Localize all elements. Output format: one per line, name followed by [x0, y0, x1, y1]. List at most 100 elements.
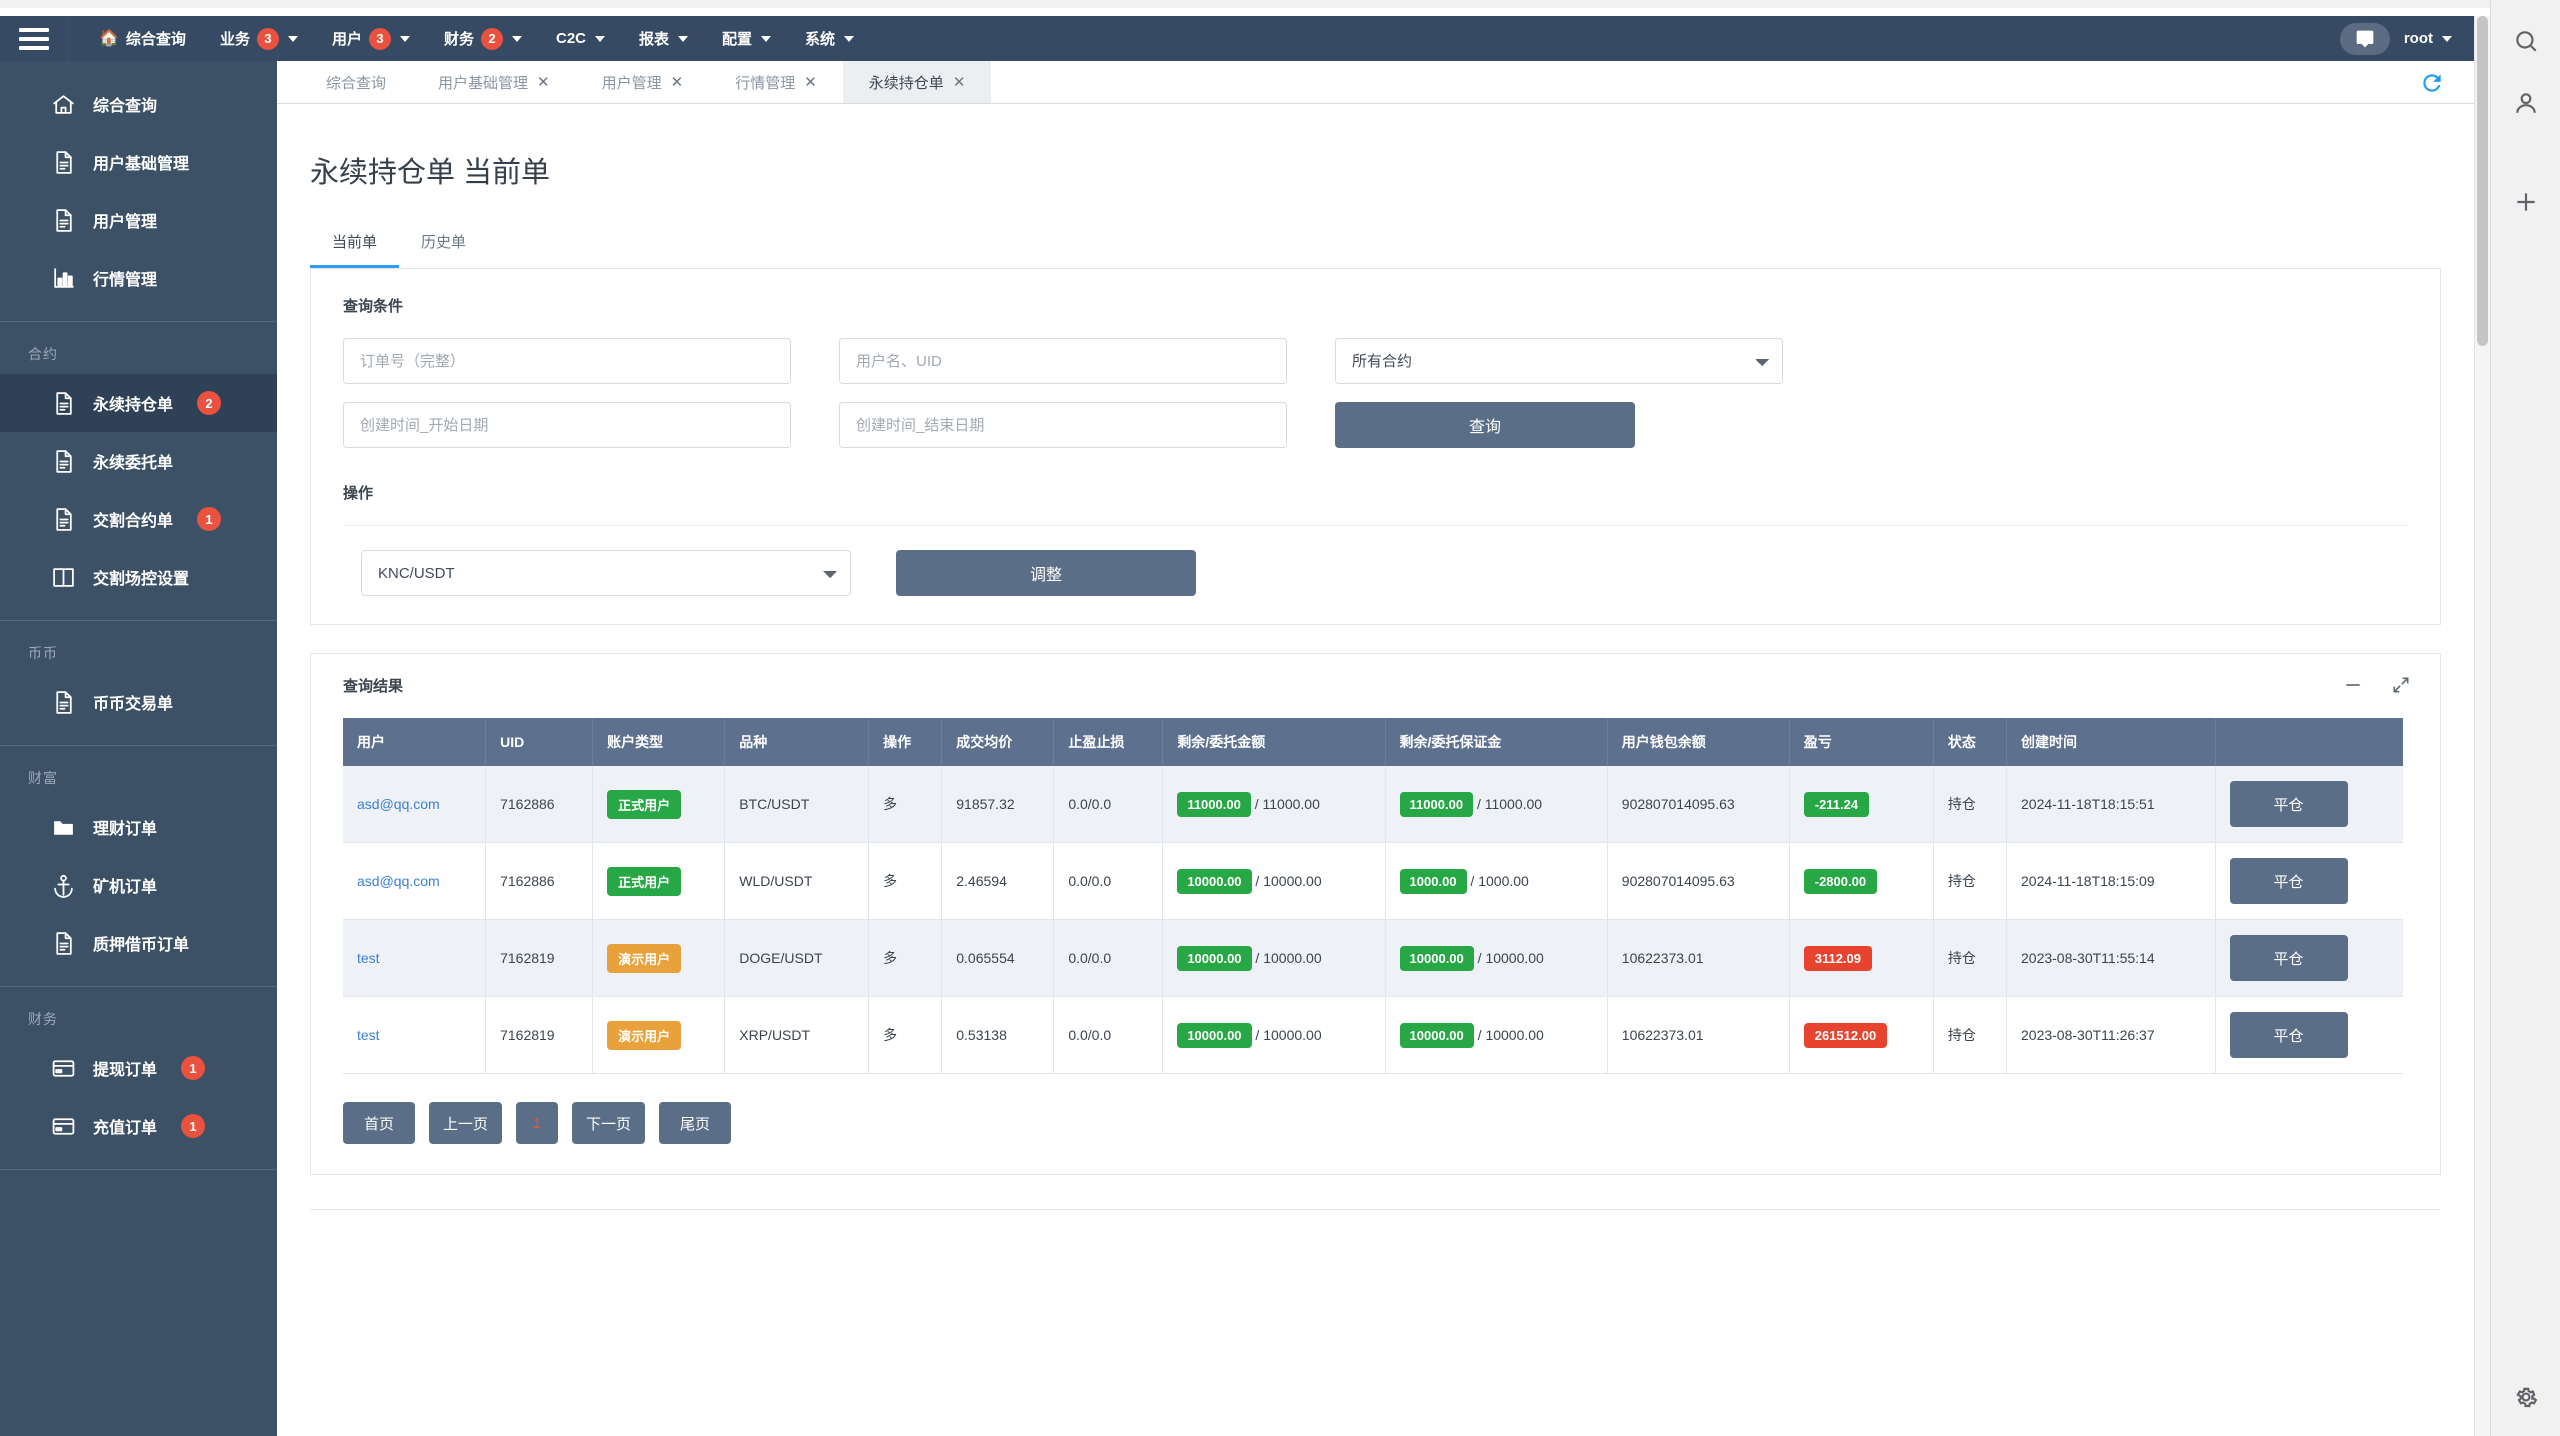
columns-icon: [49, 563, 77, 591]
close-position-button[interactable]: 平仓: [2230, 1012, 2348, 1058]
pagination-button-3[interactable]: 1: [516, 1102, 558, 1144]
gear-icon[interactable]: [2509, 1380, 2543, 1414]
sidebar-item-label: 理财订单: [93, 815, 157, 839]
pagination-button-4[interactable]: 下一页: [572, 1102, 645, 1144]
symbol-select[interactable]: KNC/USDT: [361, 550, 851, 596]
close-icon[interactable]: ✕: [671, 73, 684, 91]
sidebar-item-1-3[interactable]: 用户管理: [0, 191, 277, 249]
results-title: 查询结果: [343, 675, 403, 696]
sidebar-item-3-1[interactable]: 币币交易单: [0, 673, 277, 731]
cell-margin: 1000.00 / 1000.00: [1385, 843, 1607, 920]
plus-icon[interactable]: [2509, 185, 2543, 219]
query-panel: 查询条件 所有合约 查询 操作: [310, 268, 2441, 625]
cell-created: 2024-11-18T18:15:51: [2007, 766, 2216, 843]
cell-pnl: 261512.00: [1789, 997, 1933, 1074]
user-link[interactable]: test: [357, 1027, 380, 1043]
pagination-button-1[interactable]: 首页: [343, 1102, 415, 1144]
table-header-cell-6: 成交均价: [942, 718, 1054, 766]
margin-badge: 10000.00: [1400, 1023, 1474, 1048]
chat-icon[interactable]: [2340, 23, 2390, 55]
cell-action: 平仓: [2215, 843, 2403, 920]
content-tab-1[interactable]: 综合查询: [300, 61, 412, 103]
close-position-button[interactable]: 平仓: [2230, 935, 2348, 981]
user-menu[interactable]: root: [2404, 30, 2452, 47]
close-position-button[interactable]: 平仓: [2230, 858, 2348, 904]
contract-select[interactable]: 所有合约: [1335, 338, 1783, 384]
sidebar-item-2-3[interactable]: 交割合约单1: [0, 490, 277, 548]
table-header-cell-11: 盈亏: [1789, 718, 1933, 766]
query-button[interactable]: 查询: [1335, 402, 1635, 448]
sidebar-item-5-1[interactable]: 提现订单1: [0, 1039, 277, 1097]
user-link[interactable]: asd@qq.com: [357, 796, 440, 812]
top-nav-item-5[interactable]: C2C: [539, 16, 622, 61]
bar-chart-icon: [49, 264, 77, 292]
top-nav-item-7[interactable]: 配置: [705, 16, 788, 61]
amount-badge: 10000.00: [1177, 1023, 1251, 1048]
content-tab-4[interactable]: 行情管理✕: [709, 61, 843, 103]
hamburger-menu-icon[interactable]: [0, 16, 67, 61]
scrollbar-thumb[interactable]: [2477, 16, 2488, 346]
top-nav-item-label: 业务: [220, 28, 250, 49]
user-link[interactable]: asd@qq.com: [357, 873, 440, 889]
close-icon[interactable]: ✕: [537, 73, 550, 91]
top-nav-item-2[interactable]: 业务3: [203, 16, 315, 61]
search-icon[interactable]: [2509, 24, 2543, 58]
cell-symbol: WLD/USDT: [725, 843, 869, 920]
refresh-icon[interactable]: [2418, 69, 2446, 97]
sidebar-item-badge: 1: [181, 1056, 205, 1080]
cell-avg-price: 91857.32: [942, 766, 1054, 843]
top-nav-item-6[interactable]: 报表: [622, 16, 705, 61]
end-date-input[interactable]: [839, 402, 1287, 448]
cell-status: 持仓: [1933, 920, 2006, 997]
content-tab-3[interactable]: 用户管理✕: [576, 61, 710, 103]
sidebar-item-2-1[interactable]: 永续持仓单2: [0, 374, 277, 432]
sidebar-item-4-2[interactable]: 矿机订单: [0, 856, 277, 914]
pagination-button-2[interactable]: 上一页: [429, 1102, 502, 1144]
person-icon[interactable]: [2509, 86, 2543, 120]
cell-amount: 10000.00 / 10000.00: [1163, 920, 1385, 997]
sidebar-item-4-1[interactable]: 理财订单: [0, 798, 277, 856]
sidebar-item-2-4[interactable]: 交割场控设置: [0, 548, 277, 606]
cell-user: asd@qq.com: [343, 766, 486, 843]
content-tab-label: 永续持仓单: [869, 72, 944, 93]
document-icon: [49, 447, 77, 475]
table-header-cell-7: 止盈止损: [1054, 718, 1163, 766]
content-tab-2[interactable]: 用户基础管理✕: [412, 61, 576, 103]
margin-total: 10000.00: [1485, 950, 1543, 966]
content-tab-5[interactable]: 永续持仓单 ✕: [843, 61, 992, 103]
sidebar-item-1-1[interactable]: 综合查询: [0, 75, 277, 133]
sidebar-item-5-2[interactable]: 充值订单1: [0, 1097, 277, 1155]
top-nav-item-1[interactable]: 🏠综合查询: [82, 16, 203, 61]
close-icon[interactable]: ✕: [804, 73, 817, 91]
top-nav-item-8[interactable]: 系统: [788, 16, 871, 61]
cell-symbol: XRP/USDT: [725, 997, 869, 1074]
user-link[interactable]: test: [357, 950, 380, 966]
sidebar-group-5: 财务提现订单1充值订单1: [0, 987, 277, 1170]
sidebar-item-label: 质押借币订单: [93, 931, 189, 955]
top-nav-badge: 3: [369, 28, 391, 50]
close-icon[interactable]: ✕: [953, 73, 966, 91]
pagination-button-5[interactable]: 尾页: [659, 1102, 731, 1144]
browser-viewport: 🏠综合查询业务3用户3财务2C2C报表配置系统 root 综合查询用户基础管理用…: [0, 0, 2560, 1436]
sidebar-item-2-2[interactable]: 永续委托单: [0, 432, 277, 490]
sidebar-item-1-4[interactable]: 行情管理: [0, 249, 277, 307]
expand-icon[interactable]: [2390, 674, 2412, 696]
document-icon: [49, 688, 77, 716]
credit-card-icon: [49, 1112, 77, 1140]
sidebar-item-badge: 1: [181, 1114, 205, 1138]
close-position-button[interactable]: 平仓: [2230, 781, 2348, 827]
adjust-button[interactable]: 调整: [896, 550, 1196, 596]
cell-tp-sl: 0.0/0.0: [1054, 766, 1163, 843]
user-input[interactable]: [839, 338, 1287, 384]
account-type-badge: 正式用户: [607, 867, 681, 896]
page-scrollbar[interactable]: [2474, 16, 2490, 1436]
sidebar-item-1-2[interactable]: 用户基础管理: [0, 133, 277, 191]
inner-tab-2[interactable]: 历史单: [399, 221, 488, 268]
minimize-icon[interactable]: [2342, 674, 2364, 696]
start-date-input[interactable]: [343, 402, 791, 448]
top-nav-item-4[interactable]: 财务2: [427, 16, 539, 61]
sidebar-item-4-3[interactable]: 质押借币订单: [0, 914, 277, 972]
order-no-input[interactable]: [343, 338, 791, 384]
top-nav-item-3[interactable]: 用户3: [315, 16, 427, 61]
inner-tab-1[interactable]: 当前单: [310, 221, 399, 268]
